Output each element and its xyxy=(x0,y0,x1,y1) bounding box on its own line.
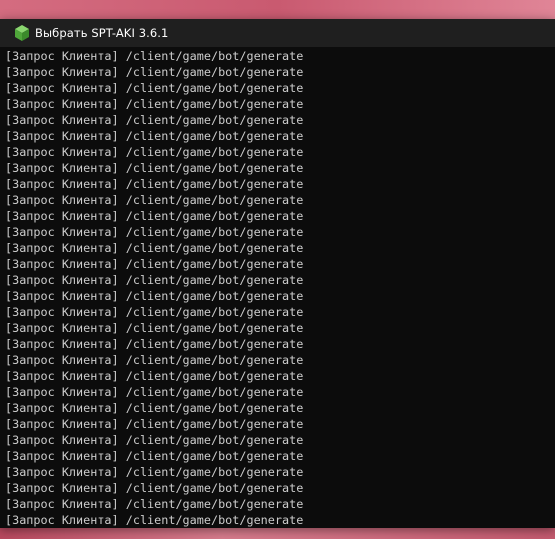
console-output[interactable]: [Запрос Клиента] /client/game/bot/genera… xyxy=(0,47,555,528)
console-line: [Запрос Клиента] /client/game/bot/genera… xyxy=(5,113,304,127)
console-line: [Запрос Клиента] /client/game/bot/genera… xyxy=(5,81,304,95)
console-line: [Запрос Клиента] /client/game/bot/genera… xyxy=(5,481,304,495)
title-bar[interactable]: Выбрать SPT-AKI 3.6.1 xyxy=(0,19,555,47)
console-line: [Запрос Клиента] /client/game/bot/genera… xyxy=(5,353,304,367)
console-line: [Запрос Клиента] /client/game/bot/genera… xyxy=(5,417,304,431)
console-line: [Запрос Клиента] /client/game/bot/genera… xyxy=(5,289,304,303)
console-line: [Запрос Клиента] /client/game/bot/genera… xyxy=(5,241,304,255)
console-line: [Запрос Клиента] /client/game/bot/genera… xyxy=(5,209,304,223)
console-line: [Запрос Клиента] /client/game/bot/genera… xyxy=(5,145,304,159)
console-window[interactable]: Выбрать SPT-AKI 3.6.1 [Запрос Клиента] /… xyxy=(0,19,555,528)
console-line: [Запрос Клиента] /client/game/bot/genera… xyxy=(5,193,304,207)
console-line: [Запрос Клиента] /client/game/bot/genera… xyxy=(5,401,304,415)
window-title: Выбрать SPT-AKI 3.6.1 xyxy=(35,26,169,40)
console-line: [Запрос Клиента] /client/game/bot/genera… xyxy=(5,49,304,63)
console-line: [Запрос Клиента] /client/game/bot/genera… xyxy=(5,65,304,79)
console-line: [Запрос Клиента] /client/game/bot/genera… xyxy=(5,321,304,335)
console-line: [Запрос Клиента] /client/game/bot/genera… xyxy=(5,129,304,143)
console-line: [Запрос Клиента] /client/game/bot/genera… xyxy=(5,513,304,527)
console-line: [Запрос Клиента] /client/game/bot/genera… xyxy=(5,497,304,511)
console-line: [Запрос Клиента] /client/game/bot/genera… xyxy=(5,449,304,463)
console-line: [Запрос Клиента] /client/game/bot/genera… xyxy=(5,369,304,383)
console-line: [Запрос Клиента] /client/game/bot/genera… xyxy=(5,385,304,399)
console-line: [Запрос Клиента] /client/game/bot/genera… xyxy=(5,161,304,175)
console-line: [Запрос Клиента] /client/game/bot/genera… xyxy=(5,97,304,111)
console-line: [Запрос Клиента] /client/game/bot/genera… xyxy=(5,225,304,239)
console-line: [Запрос Клиента] /client/game/bot/genera… xyxy=(5,177,304,191)
console-line: [Запрос Клиента] /client/game/bot/genera… xyxy=(5,337,304,351)
green-cube-icon xyxy=(15,25,29,41)
desktop-background-bottom xyxy=(0,528,555,539)
console-line: [Запрос Клиента] /client/game/bot/genera… xyxy=(5,273,304,287)
console-line: [Запрос Клиента] /client/game/bot/genera… xyxy=(5,305,304,319)
console-line: [Запрос Клиента] /client/game/bot/genera… xyxy=(5,433,304,447)
console-line: [Запрос Клиента] /client/game/bot/genera… xyxy=(5,257,304,271)
console-line: [Запрос Клиента] /client/game/bot/genera… xyxy=(5,465,304,479)
